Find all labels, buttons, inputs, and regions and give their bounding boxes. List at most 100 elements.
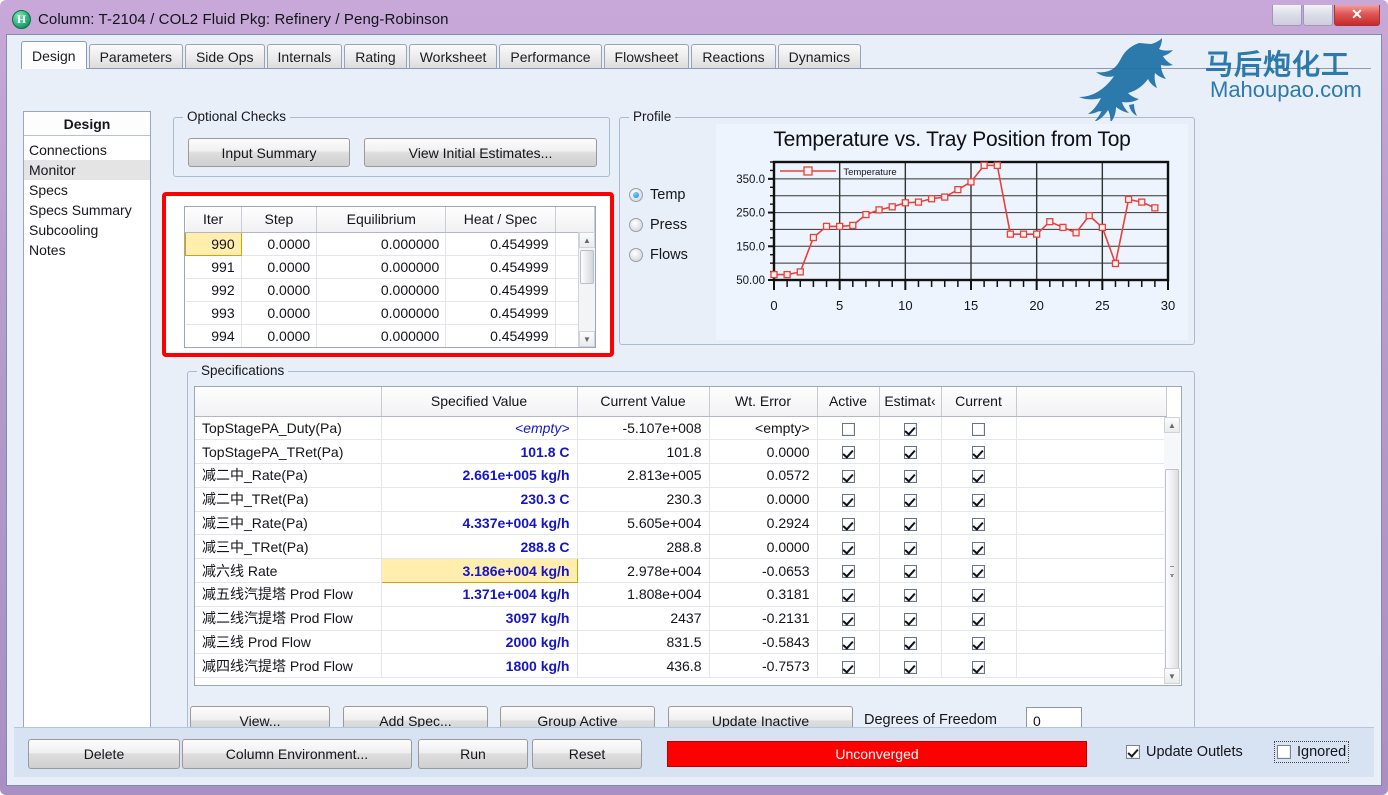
estimate-checkbox-cell[interactable]: [879, 439, 942, 465]
current-checkbox-cell[interactable]: [941, 558, 1017, 584]
tab-rating[interactable]: Rating: [344, 44, 407, 68]
estimate-checkbox-cell[interactable]: [879, 416, 942, 441]
radio-flows-icon[interactable]: [629, 248, 643, 262]
active-checkbox[interactable]: [841, 541, 855, 555]
specified-value-cell[interactable]: 3.186e+004 kg/h: [380, 558, 578, 584]
estimate-checkbox-cell[interactable]: [879, 534, 942, 560]
scrollbar-thumb[interactable]: [580, 250, 594, 284]
estimate-checkbox[interactable]: [903, 541, 917, 555]
estimate-checkbox[interactable]: [903, 470, 917, 484]
current-checkbox[interactable]: [972, 636, 985, 650]
estimate-checkbox-cell[interactable]: [879, 511, 942, 536]
current-checkbox[interactable]: [972, 613, 985, 627]
specified-value-cell[interactable]: 1800 kg/h: [381, 653, 578, 679]
spec-scrollbar-thumb[interactable]: [1165, 469, 1179, 669]
tab-design[interactable]: Design: [21, 41, 87, 69]
active-checkbox[interactable]: [841, 660, 855, 674]
current-checkbox[interactable]: [972, 541, 985, 555]
sidebar-item-specs-summary[interactable]: Specs Summary: [24, 200, 150, 220]
tab-internals[interactable]: Internals: [266, 44, 343, 68]
estimate-checkbox[interactable]: [903, 613, 917, 627]
estimate-checkbox[interactable]: [903, 636, 917, 650]
active-checkbox-cell[interactable]: [817, 416, 880, 441]
table-row[interactable]: 减六线 Rate 3.186e+004 kg/h 2.978e+004 -0.0653: [195, 558, 1167, 584]
sidebar-item-notes[interactable]: Notes: [24, 240, 150, 260]
table-row[interactable]: 990 0.0000 0.000000 0.454999: [185, 231, 595, 256]
active-checkbox-cell[interactable]: [817, 582, 880, 607]
table-row[interactable]: 994 0.0000 0.000000 0.454999: [185, 324, 595, 347]
active-checkbox[interactable]: [841, 636, 855, 650]
sidebar-item-subcooling[interactable]: Subcooling: [24, 220, 150, 240]
estimate-checkbox-cell[interactable]: [879, 653, 942, 679]
active-checkbox[interactable]: [841, 565, 855, 579]
iteration-scrollbar[interactable]: ▲ ▼: [578, 232, 595, 347]
sidebar-item-monitor[interactable]: Monitor: [24, 160, 150, 180]
spec-scroll-up-icon[interactable]: ▲: [1164, 417, 1180, 433]
table-row[interactable]: 减五线汽提塔 Prod Flow 1.371e+004 kg/h 1.808e+00…: [195, 582, 1167, 607]
estimate-checkbox[interactable]: [903, 517, 917, 531]
current-checkbox-cell[interactable]: [941, 463, 1017, 488]
active-checkbox-cell[interactable]: [817, 630, 880, 655]
update-outlets-checkbox[interactable]: [1126, 745, 1140, 759]
active-checkbox-cell[interactable]: [817, 558, 880, 584]
current-checkbox[interactable]: [972, 589, 985, 603]
tab-side-ops[interactable]: Side Ops: [184, 44, 265, 68]
active-checkbox-cell[interactable]: [817, 606, 880, 631]
table-row[interactable]: 991 0.0000 0.000000 0.454999: [185, 255, 595, 279]
scroll-down-icon[interactable]: ▼: [579, 331, 595, 347]
current-checkbox[interactable]: [972, 565, 985, 579]
specifications-table[interactable]: Specified Value Current Value Wt. Error …: [194, 386, 1182, 686]
estimate-checkbox[interactable]: [903, 589, 917, 603]
active-checkbox[interactable]: [841, 589, 855, 603]
specifications-scrollbar[interactable]: ▲ ▼: [1164, 417, 1180, 684]
column-environment-button[interactable]: Column Environment...: [182, 739, 412, 769]
sidebar-item-connections[interactable]: Connections: [24, 140, 150, 160]
view-initial-estimates-button[interactable]: View Initial Estimates...: [364, 138, 597, 167]
tab-dynamics[interactable]: Dynamics: [777, 44, 862, 68]
active-checkbox[interactable]: [841, 517, 855, 531]
current-checkbox-cell[interactable]: [941, 534, 1017, 560]
table-row[interactable]: TopStagePA_TRet(Pa) 101.8 C 101.8 0.0000: [195, 439, 1167, 465]
active-checkbox-cell[interactable]: [817, 511, 880, 536]
temperature-profile-chart[interactable]: Temperature vs. Tray Position from Top 5…: [716, 124, 1188, 340]
radio-temp[interactable]: Temp: [629, 180, 688, 210]
estimate-checkbox[interactable]: [903, 565, 917, 579]
current-checkbox-cell[interactable]: [941, 606, 1017, 631]
current-checkbox[interactable]: [972, 470, 985, 484]
input-summary-button[interactable]: Input Summary: [188, 138, 350, 167]
spec-scroll-down-icon[interactable]: ▼: [1164, 668, 1180, 684]
table-row[interactable]: 减三线 Prod Flow 2000 kg/h 831.5 -0.5843: [195, 630, 1167, 655]
ignored-checkbox[interactable]: [1277, 745, 1291, 759]
radio-flows[interactable]: Flows: [629, 240, 688, 270]
maximize-button[interactable]: [1303, 5, 1333, 26]
specified-value-cell[interactable]: 2.661e+005 kg/h: [381, 463, 578, 488]
estimate-checkbox-cell[interactable]: [879, 558, 942, 584]
active-checkbox[interactable]: [841, 494, 855, 508]
specified-value-cell[interactable]: 101.8 C: [381, 439, 578, 465]
radio-press[interactable]: Press: [629, 210, 688, 240]
update-outlets-checkbox-row[interactable]: Update Outlets: [1126, 744, 1243, 760]
specified-value-cell[interactable]: 4.337e+004 kg/h: [381, 511, 578, 536]
table-row[interactable]: 减二中_Rate(Pa) 2.661e+005 kg/h 2.813e+005 0.0…: [195, 463, 1167, 488]
current-checkbox[interactable]: [972, 446, 985, 460]
current-checkbox[interactable]: [972, 660, 985, 674]
specified-value-cell[interactable]: 2000 kg/h: [381, 630, 578, 655]
estimate-checkbox[interactable]: [903, 660, 917, 674]
active-checkbox-cell[interactable]: [817, 534, 880, 560]
tab-parameters[interactable]: Parameters: [88, 44, 183, 68]
minimize-button[interactable]: [1272, 5, 1302, 26]
current-checkbox[interactable]: [972, 494, 985, 508]
current-checkbox-cell[interactable]: [941, 630, 1017, 655]
tab-flowsheet[interactable]: Flowsheet: [603, 44, 690, 68]
radio-press-icon[interactable]: [629, 218, 643, 232]
table-row[interactable]: 减三中_TRet(Pa) 288.8 C 288.8 0.0000: [195, 534, 1167, 560]
specified-value-cell[interactable]: <empty>: [381, 416, 578, 441]
active-checkbox[interactable]: [841, 613, 855, 627]
table-row[interactable]: 减四线汽提塔 Prod Flow 1800 kg/h 436.8 -0.7573: [195, 653, 1167, 679]
estimate-checkbox[interactable]: [903, 446, 917, 460]
radio-temp-icon[interactable]: [629, 188, 643, 202]
tab-worksheet[interactable]: Worksheet: [408, 44, 498, 68]
active-checkbox-cell[interactable]: [817, 463, 880, 488]
table-row[interactable]: TopStagePA_Duty(Pa) <empty> -5.107e+008 <em…: [195, 416, 1167, 441]
current-checkbox-cell[interactable]: [941, 511, 1017, 536]
